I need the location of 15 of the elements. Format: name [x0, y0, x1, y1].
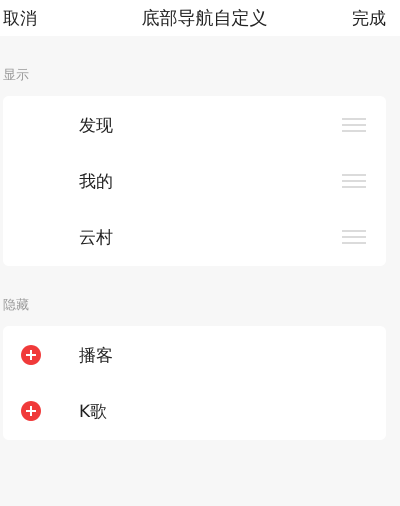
- drag-handle-icon[interactable]: [342, 230, 366, 244]
- tab-name: 我的: [79, 170, 114, 192]
- section-label: 显示: [2, 67, 30, 85]
- drag-handle-icon[interactable]: [342, 118, 366, 132]
- page-title: 底部导航自定义: [142, 7, 268, 30]
- tab-name: 云村: [79, 226, 114, 248]
- cancel-button[interactable]: 取消: [3, 6, 37, 30]
- done-button[interactable]: 完成: [352, 6, 386, 30]
- tab-name: K歌: [79, 400, 108, 422]
- tab-name: 播客: [79, 344, 114, 366]
- add-icon[interactable]: [21, 401, 41, 421]
- drag-handle-icon[interactable]: [342, 174, 366, 188]
- section-label: 隐藏: [2, 297, 30, 315]
- add-icon[interactable]: [21, 345, 41, 365]
- tab-name: 发现: [79, 114, 114, 136]
